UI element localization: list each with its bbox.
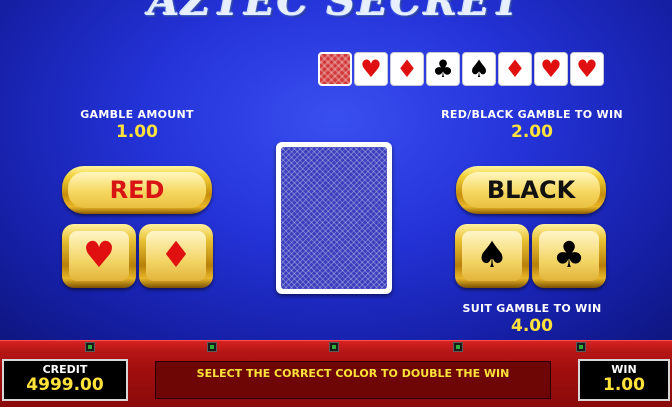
red-button[interactable]: RED — [62, 166, 212, 214]
indicator-light — [85, 342, 95, 352]
spades-button[interactable]: ♠ — [455, 224, 529, 288]
suit-gamble-value: 4.00 — [511, 316, 553, 336]
spade-icon: ♠ — [468, 55, 490, 83]
spade-icon: ♠ — [462, 231, 522, 281]
win-value: 1.00 — [603, 375, 645, 395]
history-card: ♣ — [426, 52, 460, 86]
indicator-light — [207, 342, 217, 352]
red-button-label: RED — [68, 172, 206, 208]
hearts-button[interactable]: ♥ — [62, 224, 136, 288]
history-card: ♥ — [534, 52, 568, 86]
card-back-pattern — [281, 147, 387, 289]
history-card: ♦ — [390, 52, 424, 86]
diamond-icon: ♦ — [396, 55, 418, 83]
message-bar: SELECT THE CORRECT COLOR TO DOUBLE THE W… — [155, 361, 551, 399]
diamond-icon: ♦ — [146, 231, 206, 281]
color-gamble-value: 2.00 — [511, 122, 553, 142]
club-icon: ♣ — [432, 55, 454, 83]
indicator-light — [329, 342, 339, 352]
diamonds-button[interactable]: ♦ — [139, 224, 213, 288]
game-logo: AZTEC SECRET — [148, 0, 524, 25]
color-gamble-label: RED/BLACK GAMBLE TO WIN — [441, 108, 623, 121]
game-stage: AZTEC SECRET ♥ ♦ ♣ ♠ ♦ ♥ ♥ GAMBLE AMOUNT 1.00 … — [0, 0, 672, 340]
diamond-icon: ♦ — [504, 55, 526, 83]
club-icon: ♣ — [539, 231, 599, 281]
heart-icon: ♥ — [360, 55, 382, 83]
heart-icon: ♥ — [540, 55, 562, 83]
credit-value: 4999.00 — [26, 375, 104, 395]
credit-display: CREDIT 4999.00 — [2, 359, 128, 401]
history-card: ♥ — [570, 52, 604, 86]
history-card-back — [318, 52, 352, 86]
face-down-card — [276, 142, 392, 294]
suit-gamble-label: SUIT GAMBLE TO WIN — [462, 302, 602, 315]
card-history: ♥ ♦ ♣ ♠ ♦ ♥ ♥ — [318, 52, 604, 86]
indicator-light — [453, 342, 463, 352]
gamble-amount-label: GAMBLE AMOUNT — [80, 108, 194, 121]
heart-icon: ♥ — [576, 55, 598, 83]
history-card: ♥ — [354, 52, 388, 86]
indicator-light — [576, 342, 586, 352]
gamble-amount-value: 1.00 — [116, 122, 158, 142]
heart-icon: ♥ — [69, 231, 129, 281]
black-button-label: BLACK — [462, 172, 600, 208]
history-card: ♦ — [498, 52, 532, 86]
win-display: WIN 1.00 — [578, 359, 670, 401]
black-button[interactable]: BLACK — [456, 166, 606, 214]
clubs-button[interactable]: ♣ — [532, 224, 606, 288]
history-card: ♠ — [462, 52, 496, 86]
